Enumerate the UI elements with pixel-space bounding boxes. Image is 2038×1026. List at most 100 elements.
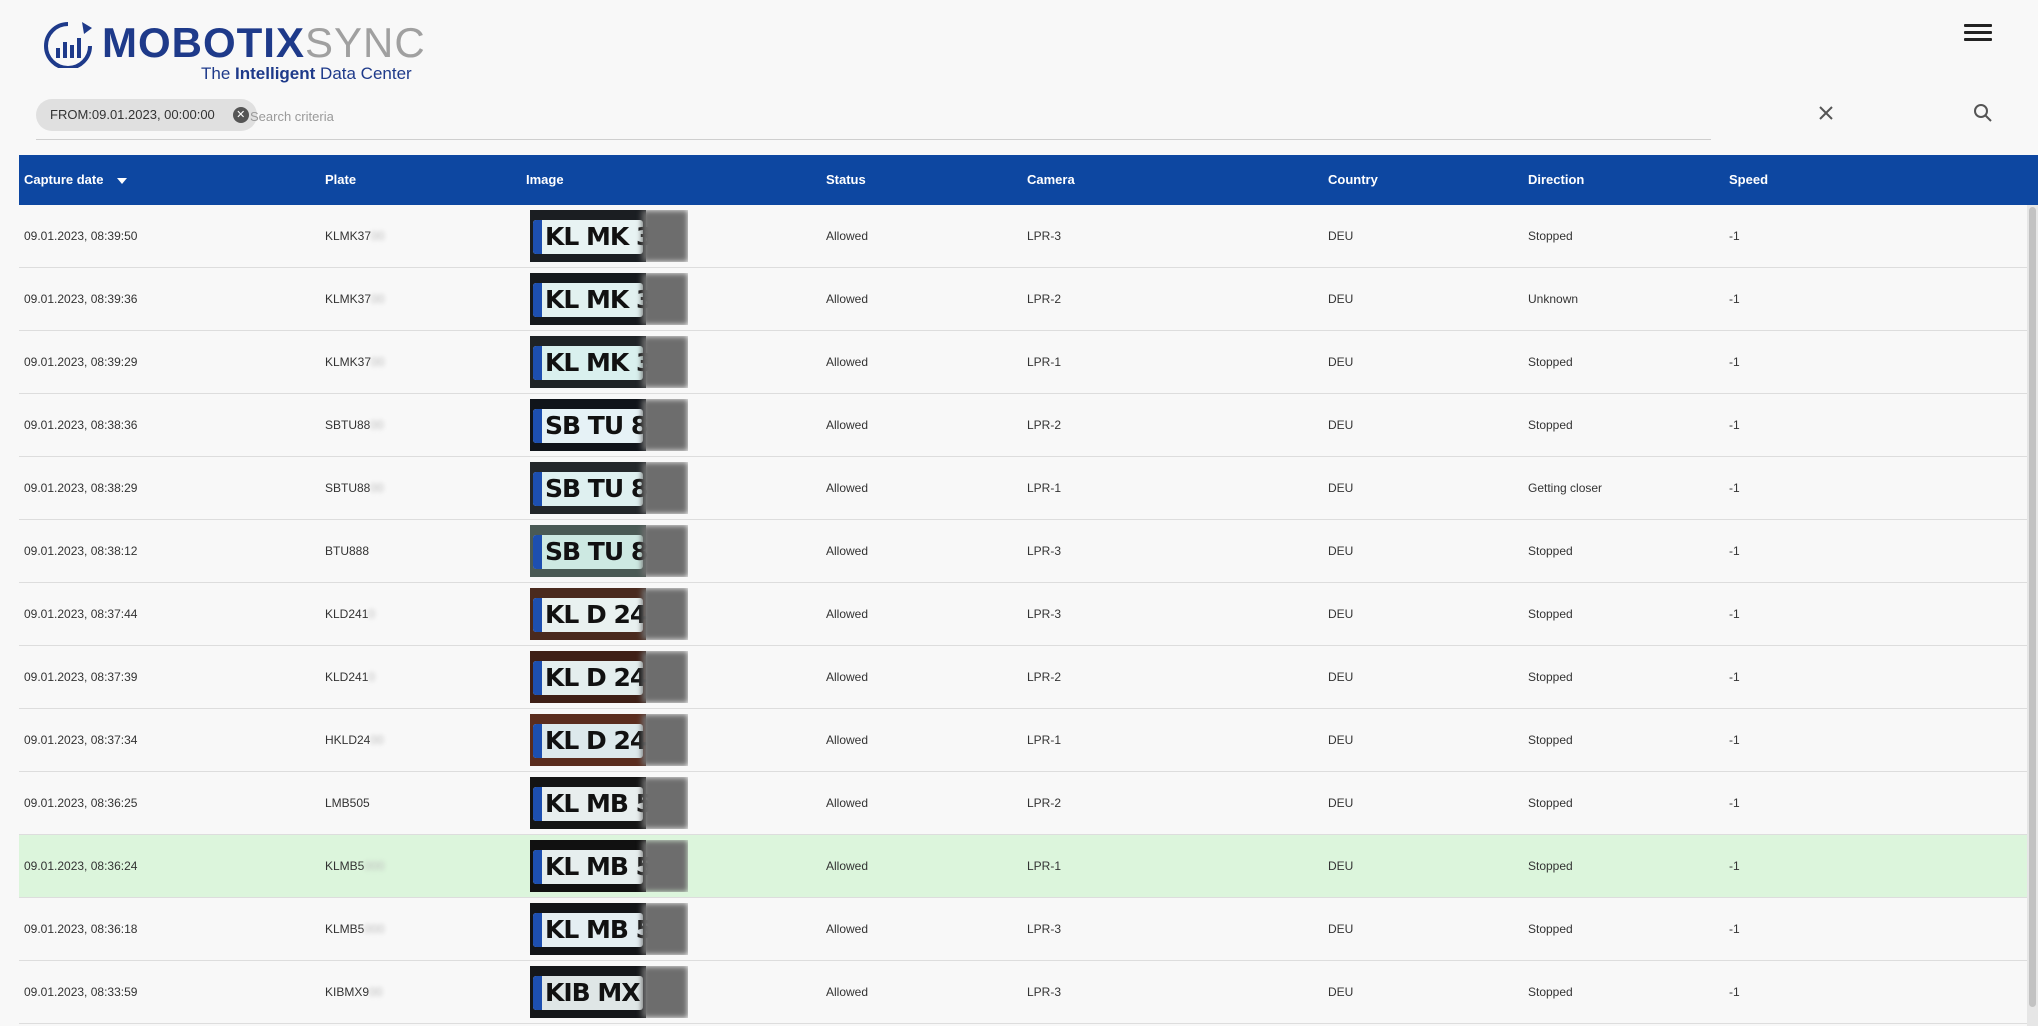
cell-direction: Stopped (1528, 796, 1573, 810)
cell-status: Allowed (826, 481, 869, 495)
cell-speed: -1 (1729, 670, 1740, 684)
table-row[interactable]: 09.01.2023, 08:39:36 Allowed LPR-2 DEU Unkno… (19, 268, 2027, 331)
table-row[interactable]: 09.01.2023, 08:39:50 Allowed LPR-3 DEU Stopp… (19, 205, 2027, 268)
table-row[interactable]: 09.01.2023, 08:37:39 Allowed LPR-2 DEU Stopp… (19, 646, 2027, 709)
table-row[interactable]: 09.01.2023, 08:38:36 Allowed LPR-2 DEU Stopp… (19, 394, 2027, 457)
plate-image[interactable]: KL MB 50 (530, 903, 688, 955)
cell-capture-date: 09.01.2023, 08:37:39 (24, 670, 138, 684)
cell-speed: -1 (1729, 292, 1740, 306)
cell-country: DEU (1328, 418, 1354, 432)
plate-number-redacted: 00 (369, 985, 383, 999)
eu-band-icon (533, 346, 542, 380)
menu-button[interactable] (1964, 20, 1992, 46)
column-header-capture-date[interactable]: Capture date (24, 155, 128, 205)
table-row[interactable]: 09.01.2023, 08:37:34 Allowed LPR-1 DEU Stopp… (19, 709, 2027, 772)
plate-image[interactable]: KL D 24 (530, 588, 688, 640)
plate-image[interactable]: SB TU 88 (530, 525, 688, 577)
cell-speed: -1 (1729, 418, 1740, 432)
eu-band-icon (533, 661, 542, 695)
cancel-circle-icon[interactable]: ✕ (232, 107, 249, 123)
cell-speed: -1 (1729, 229, 1740, 243)
eu-band-icon (533, 220, 542, 254)
cell-capture-date: 09.01.2023, 08:37:44 (24, 607, 138, 621)
table-row[interactable]: 09.01.2023, 08:36:18 Allowed LPR-3 DEU Stopp… (19, 898, 2027, 961)
plate-image[interactable]: KL MK 37 (530, 336, 688, 388)
plate-image[interactable]: KL D 24 (530, 651, 688, 703)
cell-country: DEU (1328, 607, 1354, 621)
plate-image-plate: SB TU 88 (533, 472, 665, 506)
scrollbar-thumb[interactable] (2029, 207, 2036, 1007)
table-header: Capture date Plate Image Status Camera C… (19, 155, 2038, 205)
plate-image[interactable]: KL D 24 (530, 714, 688, 766)
plate-image-plate: KL D 24 (533, 598, 647, 632)
plate-image[interactable]: SB TU 88 (530, 462, 688, 514)
table-row[interactable]: 09.01.2023, 08:36:25 Allowed LPR-2 DEU Stopp… (19, 772, 2027, 835)
cell-direction: Stopped (1528, 544, 1573, 558)
cell-country: DEU (1328, 985, 1354, 999)
cell-country: DEU (1328, 544, 1354, 558)
plate-image-plate: SB TU 88 (533, 409, 665, 443)
plate-number-redacted: 00 (370, 733, 384, 747)
plate-image-redaction (642, 462, 688, 514)
plate-number: KLD241 (325, 607, 369, 621)
plate-image-plate: KIB MX 9 (533, 976, 665, 1010)
close-icon[interactable] (1815, 102, 1837, 124)
table-row[interactable]: 09.01.2023, 08:33:59 Allowed LPR-3 DEU Stopp… (19, 961, 2027, 1024)
cell-country: DEU (1328, 859, 1354, 873)
column-header-speed[interactable]: Speed (1729, 155, 1768, 205)
plate-image-redaction (642, 273, 688, 325)
tagline-post: Data Center (315, 64, 412, 83)
cell-plate: KIBMX900 (325, 961, 382, 1023)
plate-image[interactable]: SB TU 88 (530, 399, 688, 451)
plate-number: HKLD24 (325, 733, 371, 747)
table-row[interactable]: 09.01.2023, 08:39:29 Allowed LPR-1 DEU Stopp… (19, 331, 2027, 394)
cell-direction: Stopped (1528, 859, 1573, 873)
column-header-plate[interactable]: Plate (325, 155, 356, 205)
cell-speed: -1 (1729, 796, 1740, 810)
column-header-status[interactable]: Status (826, 155, 866, 205)
cell-status: Allowed (826, 733, 869, 747)
plate-image-frame: KL D 24 (530, 714, 647, 766)
plate-number: KLMB5 (325, 859, 365, 873)
plate-image-redaction (642, 903, 688, 955)
search-input[interactable] (248, 103, 1652, 129)
table-row[interactable]: 09.01.2023, 08:37:44 Allowed LPR-3 DEU Stopp… (19, 583, 2027, 646)
table-row[interactable]: 09.01.2023, 08:38:29 Allowed LPR-1 DEU Getti… (19, 457, 2027, 520)
cell-status: Allowed (826, 607, 869, 621)
cell-speed: -1 (1729, 859, 1740, 873)
eu-band-icon (533, 913, 542, 947)
column-header-camera[interactable]: Camera (1027, 155, 1075, 205)
cell-status: Allowed (826, 670, 869, 684)
cell-plate: KLMB5000 (325, 898, 384, 960)
search-icon[interactable] (1972, 102, 1994, 124)
cell-camera: LPR-1 (1027, 481, 1062, 495)
plate-image[interactable]: KL MK 37 (530, 210, 688, 262)
cell-plate: LMB505 (325, 772, 370, 834)
column-header-direction[interactable]: Direction (1528, 155, 1584, 205)
sort-desc-icon[interactable] (117, 177, 128, 184)
plate-image[interactable]: KL MB 50 (530, 840, 688, 892)
table-row[interactable]: 09.01.2023, 08:38:12 Allowed LPR-3 DEU Stopp… (19, 520, 2027, 583)
plate-image[interactable]: KIB MX 9 (530, 966, 688, 1018)
plate-image-redaction (642, 399, 688, 451)
cell-camera: LPR-2 (1027, 292, 1062, 306)
filter-chip-label: FROM:09.01.2023, 00:00:00 (50, 107, 215, 122)
cell-camera: LPR-2 (1027, 796, 1062, 810)
table-row[interactable]: 09.01.2023, 08:36:24 Allowed LPR-1 DEU Stopp… (19, 835, 2027, 898)
column-header-image[interactable]: Image (526, 155, 564, 205)
cell-status: Allowed (826, 796, 869, 810)
table-scrollbar[interactable] (2027, 205, 2038, 1026)
cell-status: Allowed (826, 292, 869, 306)
cell-direction: Stopped (1528, 985, 1573, 999)
cell-plate: KLMK3700 (325, 205, 384, 267)
plate-number: LMB505 (325, 796, 370, 810)
column-header-country[interactable]: Country (1328, 155, 1378, 205)
plate-image-frame: KL MB 50 (530, 903, 669, 955)
cell-country: DEU (1328, 292, 1354, 306)
plate-number: SBTU88 (325, 481, 371, 495)
cell-camera: LPR-1 (1027, 355, 1062, 369)
filter-chip[interactable]: FROM:09.01.2023, 00:00:00 ✕ (36, 99, 257, 131)
plate-image[interactable]: KL MB 50 (530, 777, 688, 829)
plate-image[interactable]: KL MK 37 (530, 273, 688, 325)
table-body: 09.01.2023, 08:39:50 Allowed LPR-3 DEU Stopp… (19, 205, 2027, 1024)
